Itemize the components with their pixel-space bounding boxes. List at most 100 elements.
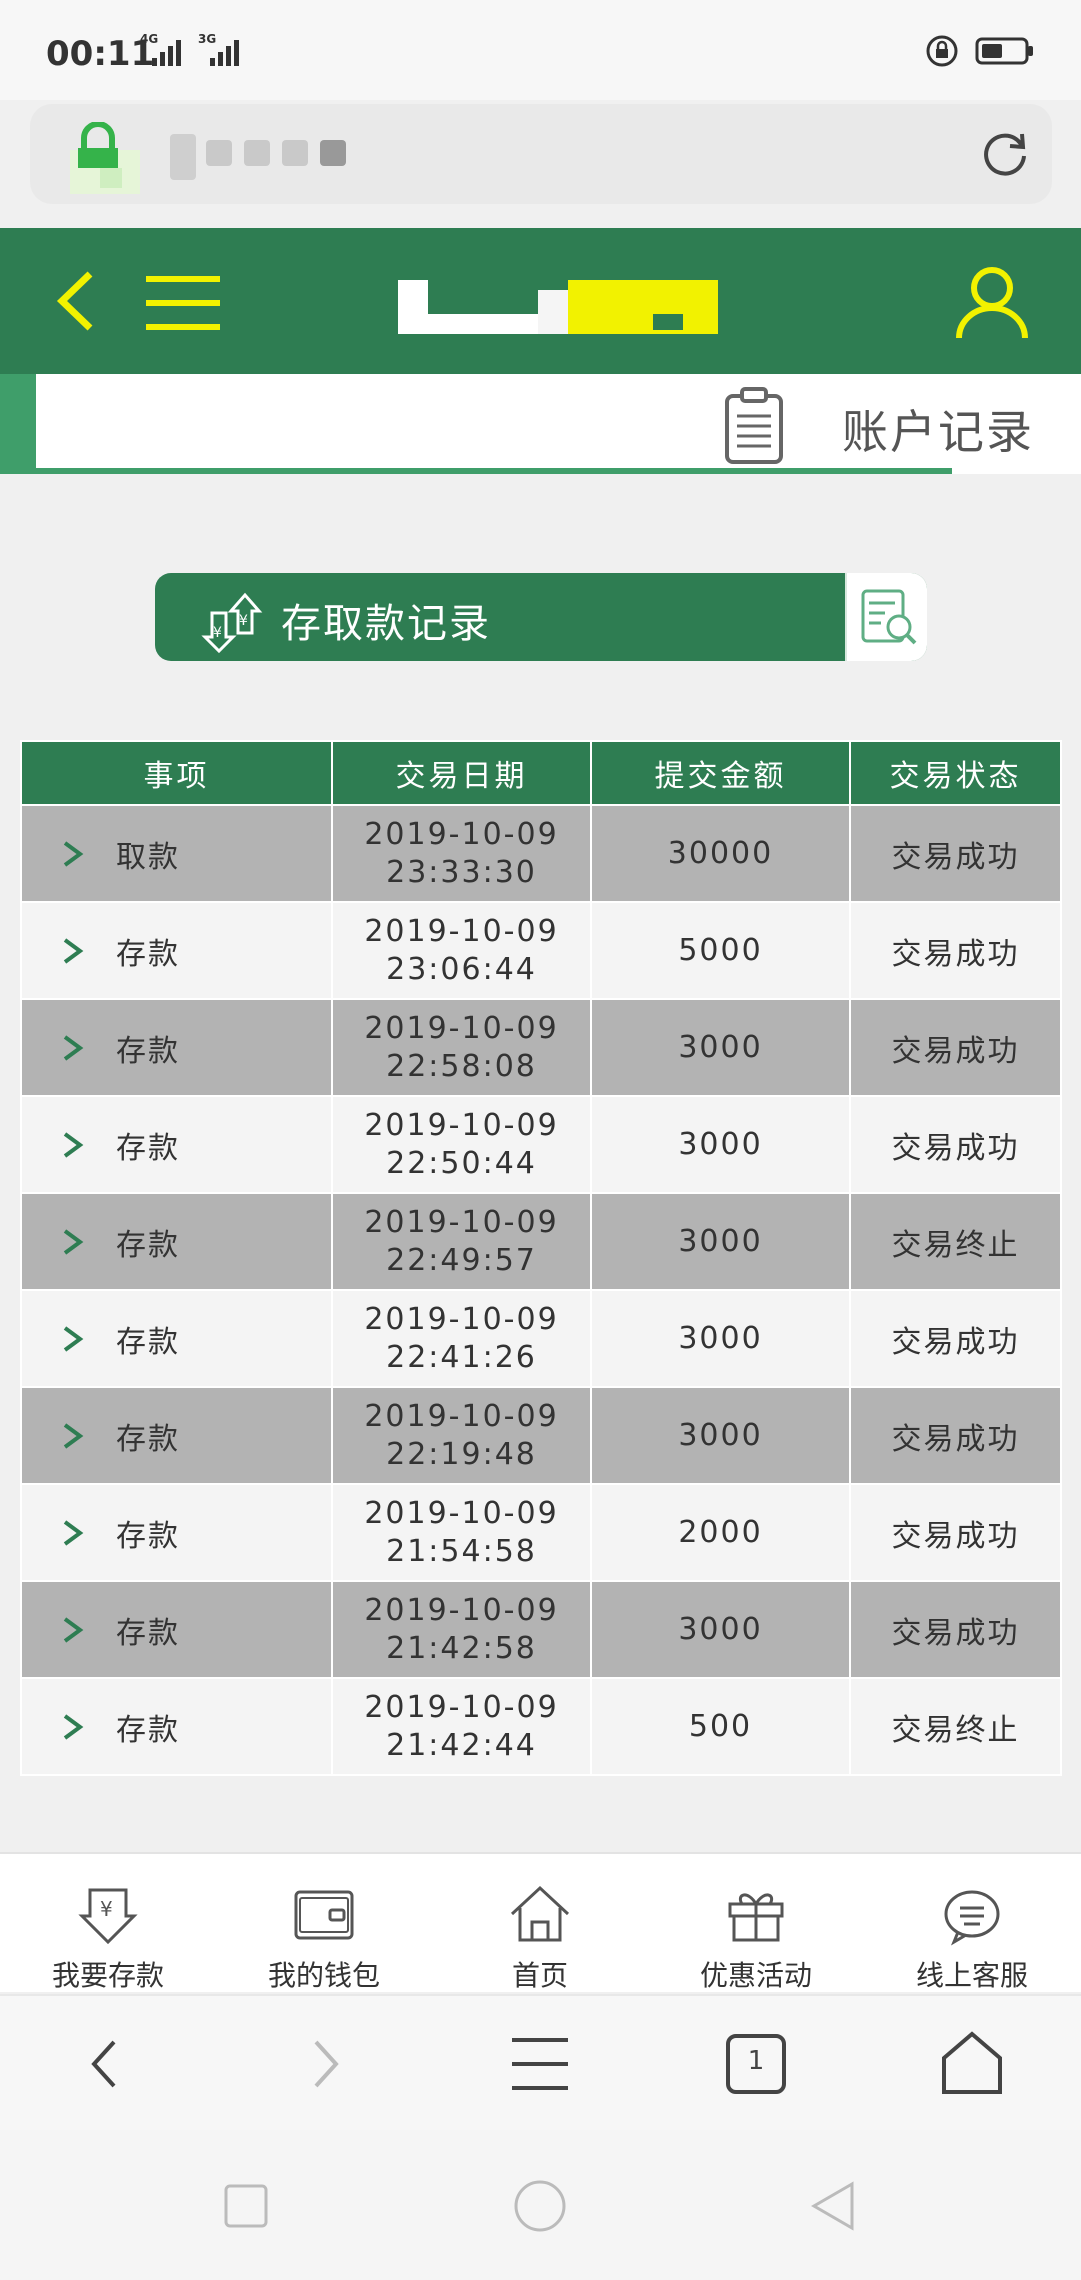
transaction-time: 22:50:44 bbox=[386, 1145, 537, 1181]
wallet-icon bbox=[294, 1890, 354, 1940]
browser-home-icon[interactable] bbox=[934, 2026, 1010, 2102]
account-record-bar: 账户记录 bbox=[0, 374, 1081, 474]
transaction-table: 事项 交易日期 提交金额 交易状态 取款 2019-10-09 23:33:30 30… bbox=[20, 740, 1062, 1776]
cell-status: 交易成功 bbox=[849, 901, 1062, 1000]
chevron-right-icon bbox=[63, 937, 84, 964]
cell-status: 交易成功 bbox=[849, 1580, 1062, 1679]
cell-amount: 5000 bbox=[590, 901, 851, 1000]
nav-customer-service[interactable]: 线上客服 bbox=[864, 1854, 1080, 1994]
table-row[interactable]: 存款 2019-10-09 23:06:44 5000 交易成功 bbox=[20, 901, 1062, 1000]
refresh-icon[interactable] bbox=[978, 126, 1032, 180]
transaction-type: 存款 bbox=[116, 1227, 180, 1263]
search-records-button[interactable] bbox=[845, 573, 927, 661]
column-header-amount: 提交金额 bbox=[590, 740, 851, 806]
url-text-blurred bbox=[244, 140, 270, 166]
system-back-icon[interactable] bbox=[804, 2176, 864, 2236]
brand-logo-redacted bbox=[398, 280, 718, 334]
transaction-date: 2019-10-09 bbox=[364, 1204, 559, 1240]
cell-item: 存款 bbox=[20, 1386, 333, 1485]
bottom-navigation: ¥ 我要存款 我的钱包 首页 优惠活动 线上客服 bbox=[0, 1852, 1081, 1992]
hamburger-menu-icon[interactable] bbox=[146, 274, 220, 332]
browser-toolbar: 1 bbox=[0, 1994, 1081, 2130]
transaction-date: 2019-10-09 bbox=[364, 1107, 559, 1143]
signal-3g-icon: 3G bbox=[198, 32, 239, 66]
transaction-date: 2019-10-09 bbox=[364, 1398, 559, 1434]
user-account-icon[interactable] bbox=[955, 264, 1029, 340]
chevron-right-icon bbox=[63, 1519, 84, 1546]
cell-date: 2019-10-09 22:19:48 bbox=[331, 1386, 592, 1485]
transaction-time: 23:06:44 bbox=[386, 951, 537, 987]
transaction-time: 21:42:58 bbox=[386, 1630, 537, 1666]
transaction-time: 22:49:57 bbox=[386, 1242, 537, 1278]
cell-item: 存款 bbox=[20, 1192, 333, 1291]
browser-menu-icon[interactable] bbox=[502, 2026, 578, 2102]
secure-lock-icon bbox=[70, 122, 140, 194]
recent-apps-icon[interactable] bbox=[216, 2176, 276, 2236]
cell-date: 2019-10-09 21:42:58 bbox=[331, 1580, 592, 1679]
table-row[interactable]: 取款 2019-10-09 23:33:30 30000 交易成功 bbox=[20, 804, 1062, 903]
svg-text:¥: ¥ bbox=[239, 613, 248, 629]
transaction-type: 存款 bbox=[116, 1033, 180, 1069]
column-header-date: 交易日期 bbox=[331, 740, 592, 806]
table-row[interactable]: 存款 2019-10-09 22:50:44 3000 交易成功 bbox=[20, 1095, 1062, 1194]
gift-icon bbox=[728, 1893, 784, 1942]
cell-item: 存款 bbox=[20, 901, 333, 1000]
table-row[interactable]: 存款 2019-10-09 22:19:48 3000 交易成功 bbox=[20, 1386, 1062, 1485]
browser-tabs-button[interactable]: 1 bbox=[718, 2026, 794, 2102]
nav-home[interactable]: 首页 bbox=[432, 1854, 648, 1994]
system-home-icon[interactable] bbox=[510, 2176, 570, 2236]
transaction-time: 22:41:26 bbox=[386, 1339, 537, 1375]
cell-date: 2019-10-09 22:49:57 bbox=[331, 1192, 592, 1291]
cell-status: 交易成功 bbox=[849, 998, 1062, 1097]
transaction-date: 2019-10-09 bbox=[364, 913, 559, 949]
table-row[interactable]: 存款 2019-10-09 21:42:44 500 交易终止 bbox=[20, 1677, 1062, 1776]
chevron-right-icon bbox=[63, 1228, 84, 1255]
chevron-right-icon bbox=[63, 1616, 84, 1643]
transaction-date: 2019-10-09 bbox=[364, 1495, 559, 1531]
browser-back-icon[interactable] bbox=[70, 2026, 146, 2102]
chevron-right-icon bbox=[63, 1034, 84, 1061]
status-time: 00:11 bbox=[46, 34, 155, 74]
nav-promotions[interactable]: 优惠活动 bbox=[648, 1854, 864, 1994]
transaction-type: 取款 bbox=[116, 839, 180, 875]
cell-item: 存款 bbox=[20, 1483, 333, 1582]
chevron-right-icon bbox=[63, 1325, 84, 1352]
svg-text:¥: ¥ bbox=[213, 625, 222, 641]
url-text-blurred bbox=[282, 140, 308, 166]
cell-status: 交易成功 bbox=[849, 1483, 1062, 1582]
cell-date: 2019-10-09 22:58:08 bbox=[331, 998, 592, 1097]
nav-wallet[interactable]: 我的钱包 bbox=[216, 1854, 432, 1994]
transaction-type: 存款 bbox=[116, 1615, 180, 1651]
deposit-withdraw-records-banner[interactable]: ¥ ¥ 存取款记录 bbox=[155, 573, 927, 661]
cell-amount: 3000 bbox=[590, 1580, 851, 1679]
svg-text:¥: ¥ bbox=[100, 1897, 113, 1921]
home-icon bbox=[510, 1885, 570, 1942]
url-bar[interactable] bbox=[30, 104, 1052, 204]
transaction-rows: 取款 2019-10-09 23:33:30 30000 交易成功 存款 2019-10-0… bbox=[20, 804, 1062, 1776]
table-row[interactable]: 存款 2019-10-09 22:49:57 3000 交易终止 bbox=[20, 1192, 1062, 1291]
signal-indicators: 4G 3G bbox=[140, 32, 239, 66]
transaction-time: 21:54:58 bbox=[386, 1533, 537, 1569]
chevron-right-icon bbox=[63, 1422, 84, 1449]
back-arrow-icon[interactable] bbox=[52, 268, 98, 334]
table-row[interactable]: 存款 2019-10-09 22:58:08 3000 交易成功 bbox=[20, 998, 1062, 1097]
cell-item: 存款 bbox=[20, 1580, 333, 1679]
transaction-type: 存款 bbox=[116, 936, 180, 972]
url-text-blurred bbox=[170, 134, 196, 180]
money-exchange-icon: ¥ ¥ bbox=[201, 592, 263, 654]
cell-amount: 30000 bbox=[590, 804, 851, 903]
chevron-right-icon bbox=[63, 1131, 84, 1158]
nav-deposit[interactable]: ¥ 我要存款 bbox=[0, 1854, 216, 1994]
table-row[interactable]: 存款 2019-10-09 21:42:58 3000 交易成功 bbox=[20, 1580, 1062, 1679]
transaction-time: 22:19:48 bbox=[386, 1436, 537, 1472]
browser-forward-icon[interactable] bbox=[286, 2026, 362, 2102]
cell-amount: 500 bbox=[590, 1677, 851, 1776]
column-header-item: 事项 bbox=[20, 740, 333, 806]
transaction-time: 21:42:44 bbox=[386, 1727, 537, 1763]
table-row[interactable]: 存款 2019-10-09 21:54:58 2000 交易成功 bbox=[20, 1483, 1062, 1582]
cell-date: 2019-10-09 22:41:26 bbox=[331, 1289, 592, 1388]
table-row[interactable]: 存款 2019-10-09 22:41:26 3000 交易成功 bbox=[20, 1289, 1062, 1388]
cell-date: 2019-10-09 23:06:44 bbox=[331, 901, 592, 1000]
transaction-time: 22:58:08 bbox=[386, 1048, 537, 1084]
tab-count: 1 bbox=[747, 2046, 765, 2076]
